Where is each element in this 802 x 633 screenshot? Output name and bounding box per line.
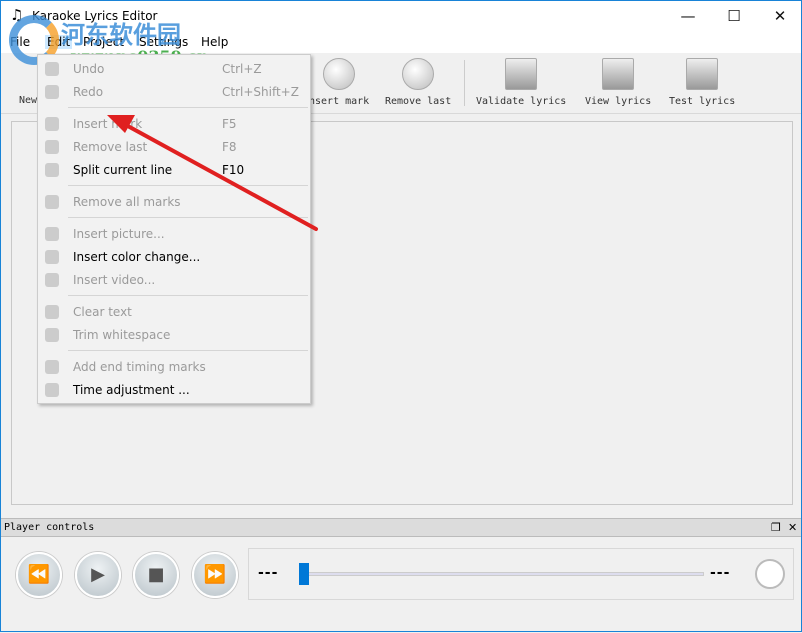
annotation-arrow bbox=[107, 115, 318, 231]
